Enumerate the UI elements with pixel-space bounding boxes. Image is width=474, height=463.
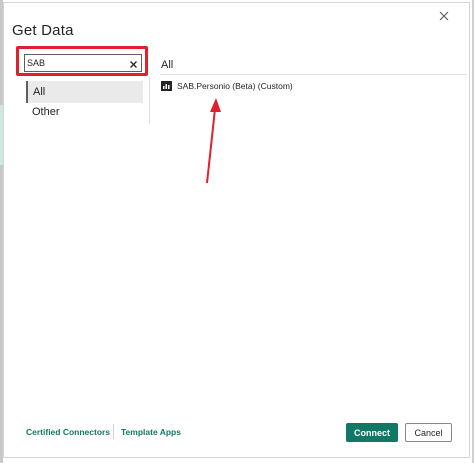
certified-connectors-link[interactable]: Certified Connectors (26, 427, 110, 437)
results-header-divider (160, 74, 467, 75)
get-data-dialog: Get Data All Other All SAB.Personio (Bet… (3, 2, 470, 458)
search-field[interactable] (24, 54, 142, 72)
category-label: All (33, 86, 46, 98)
search-input[interactable] (27, 56, 123, 70)
cancel-button[interactable]: Cancel (405, 423, 452, 442)
connector-item-sab-personio[interactable]: SAB.Personio (Beta) (Custom) (161, 79, 293, 93)
connector-icon (161, 81, 172, 91)
category-all[interactable]: All (26, 81, 143, 103)
template-apps-link[interactable]: Template Apps (121, 427, 181, 437)
dialog-title: Get Data (12, 22, 74, 39)
footer-separator (113, 424, 114, 439)
clear-search-button[interactable] (128, 57, 139, 68)
connector-name: SAB.Personio (Beta) (Custom) (177, 81, 293, 91)
close-icon (439, 11, 449, 21)
annotation-arrow (206, 98, 221, 184)
connect-button[interactable]: Connect (346, 423, 398, 442)
clear-icon (130, 61, 137, 68)
category-label: Other (32, 106, 60, 118)
results-header: All (161, 59, 174, 71)
category-other[interactable]: Other (26, 101, 143, 123)
panel-divider (149, 77, 150, 124)
close-button[interactable] (437, 9, 451, 23)
